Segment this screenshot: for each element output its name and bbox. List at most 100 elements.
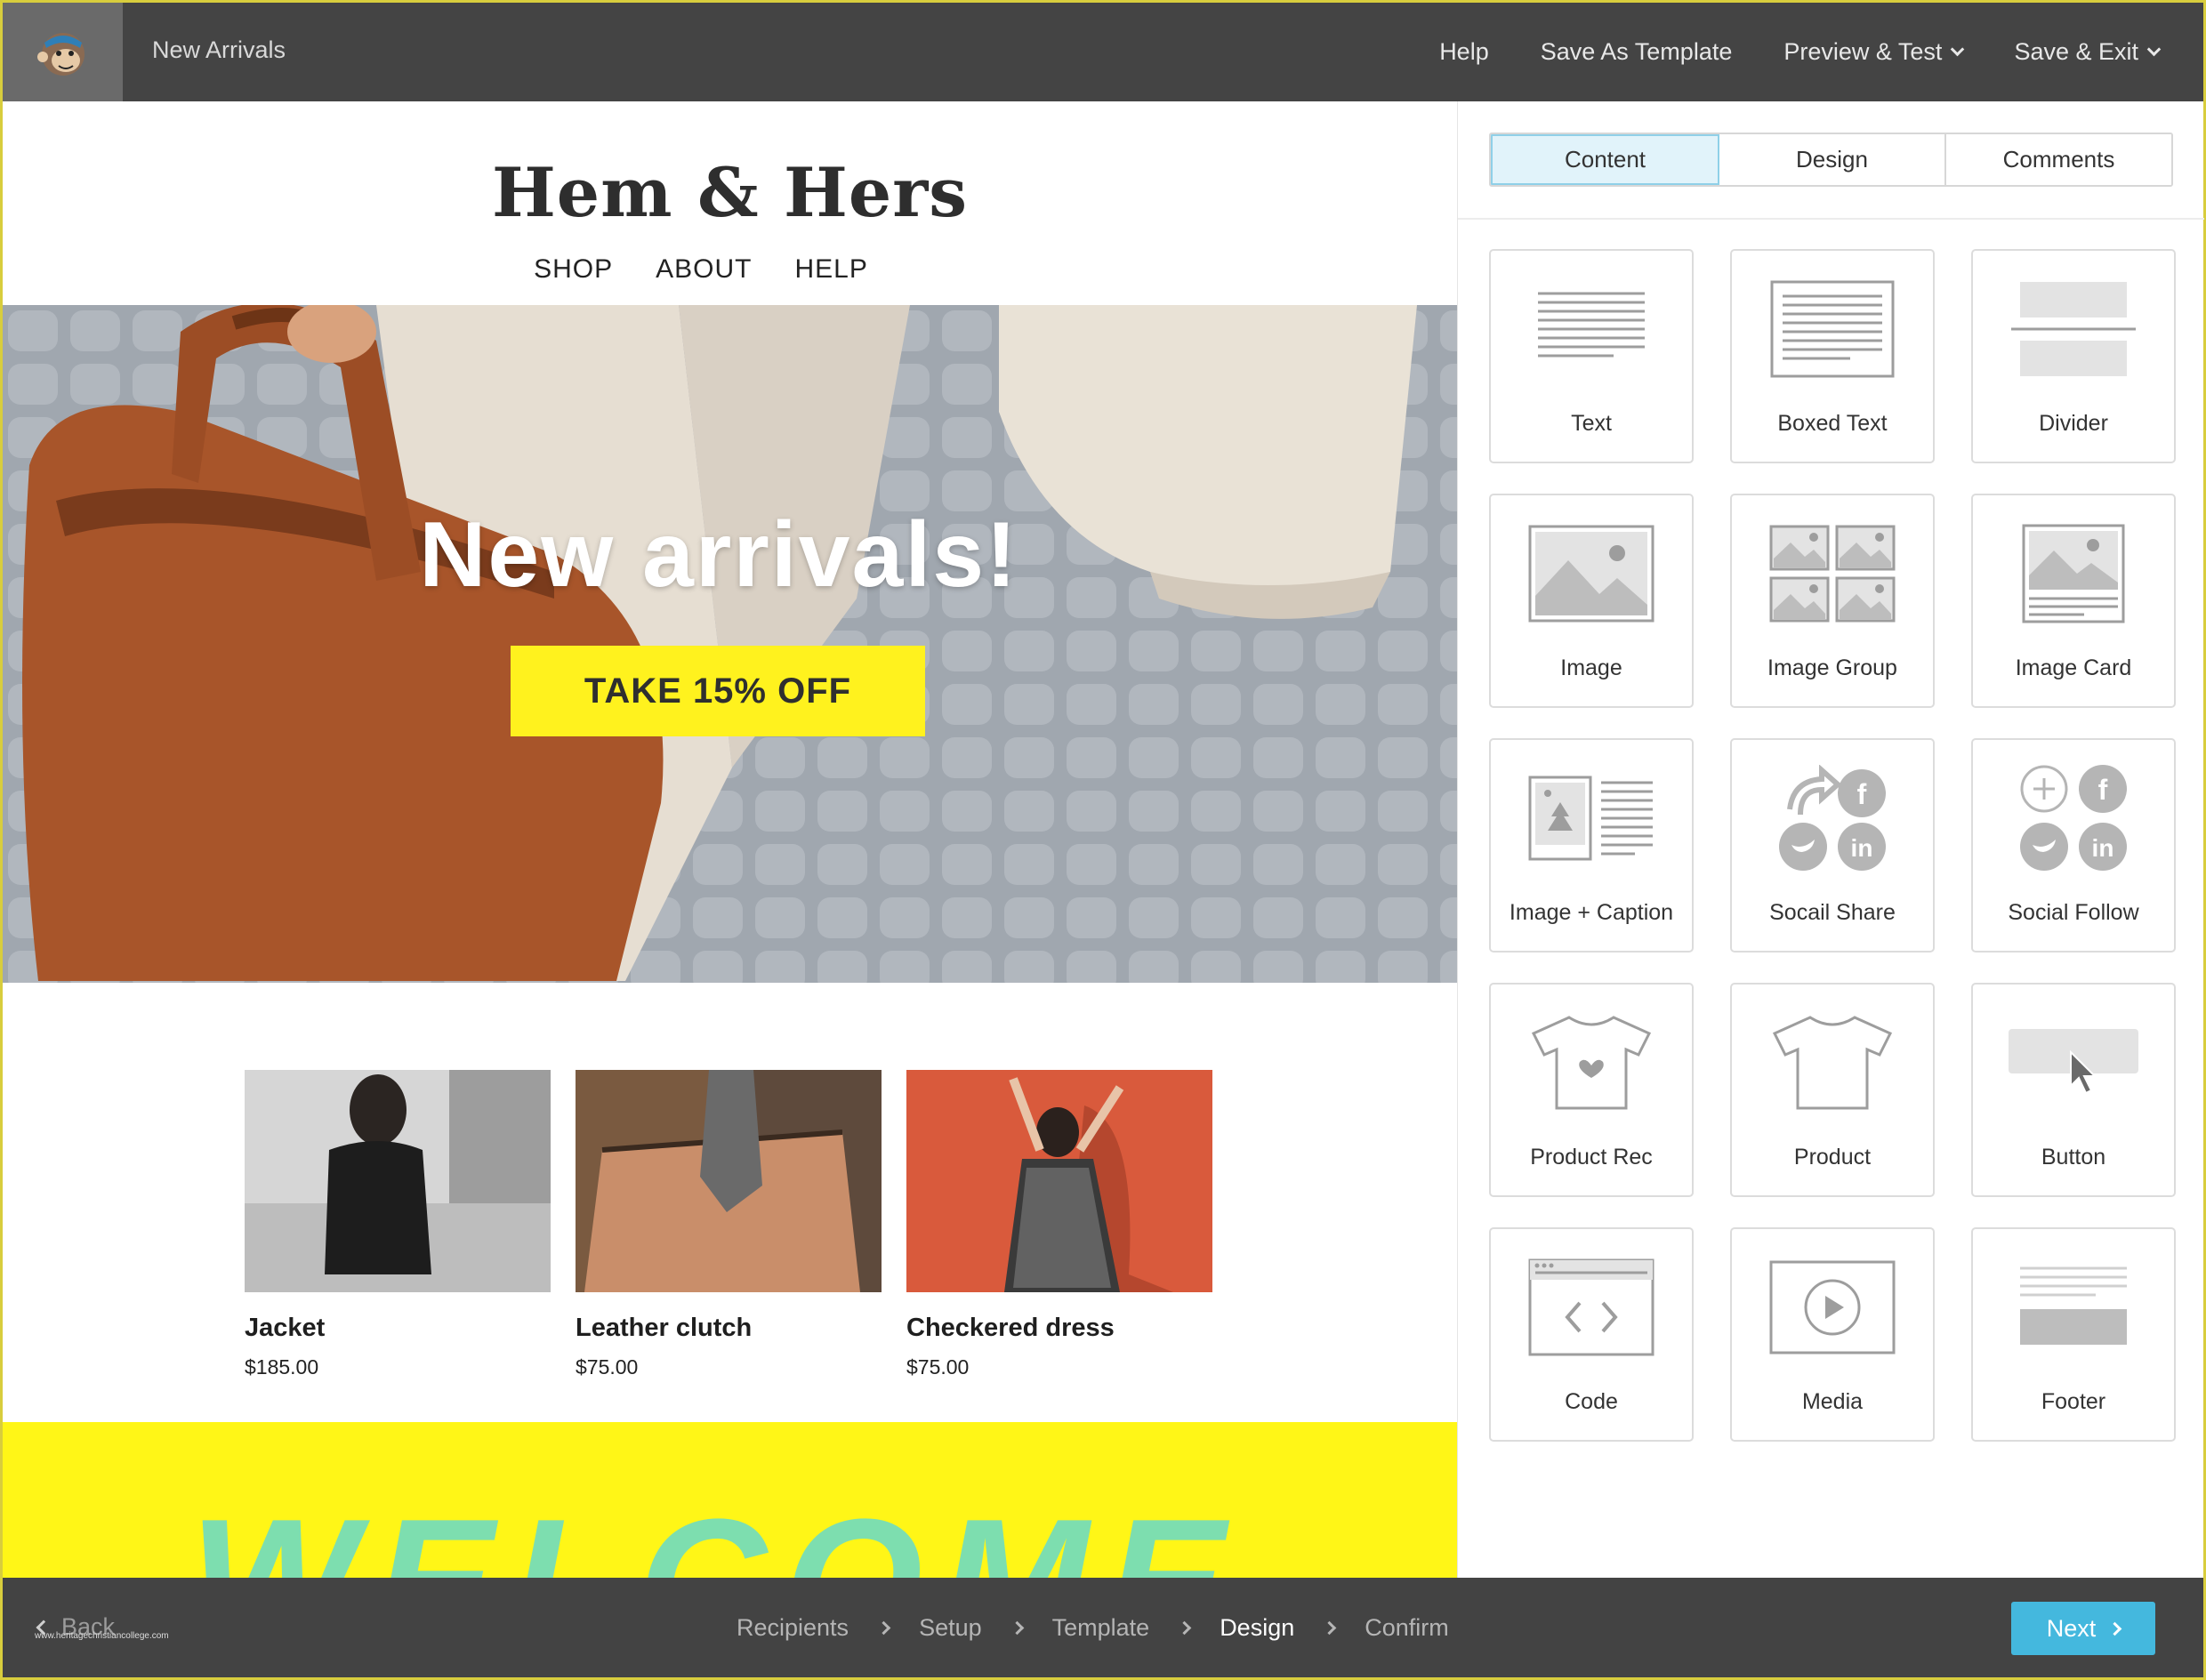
- step-confirm[interactable]: Confirm: [1365, 1614, 1449, 1642]
- svg-text:in: in: [1851, 834, 1873, 862]
- block-boxed-text[interactable]: Boxed Text: [1730, 249, 1935, 463]
- block-label: Image: [1560, 655, 1622, 680]
- block-social-follow[interactable]: f in Social Follow: [1971, 738, 2176, 953]
- chevron-right-icon: [1322, 1620, 1337, 1635]
- email-nav-shop[interactable]: SHOP: [534, 254, 613, 285]
- next-button[interactable]: Next: [2011, 1602, 2155, 1655]
- product-name: Checkered dress: [906, 1314, 1115, 1342]
- content-block-grid: Text Boxed Text Divider Image Image Grou…: [1489, 249, 2176, 1442]
- preview-test-dropdown[interactable]: Preview & Test: [1783, 38, 1965, 66]
- welcome-banner-text: WELCOME: [189, 1480, 1243, 1578]
- welcome-banner[interactable]: WELCOME: [3, 1422, 1457, 1578]
- block-code[interactable]: Code: [1489, 1227, 1694, 1442]
- button-block-icon: [2009, 1029, 2138, 1095]
- image-caption-block-icon: [1528, 776, 1653, 861]
- chevron-right-icon: [2107, 1621, 2122, 1636]
- block-label: Divider: [2039, 411, 2108, 436]
- save-exit-label: Save & Exit: [2014, 38, 2138, 65]
- block-divider[interactable]: Divider: [1971, 249, 2176, 463]
- email-nav-help[interactable]: HELP: [795, 254, 868, 285]
- block-image-card[interactable]: Image Card: [1971, 494, 2176, 708]
- image-card-block-icon: [2022, 524, 2125, 623]
- product-price: $185.00: [245, 1355, 319, 1379]
- campaign-title: New Arrivals: [152, 36, 286, 63]
- save-exit-dropdown[interactable]: Save & Exit: [2014, 38, 2162, 66]
- tab-comments[interactable]: Comments: [1946, 134, 2171, 185]
- watermark: www.heritagechristiancollege.com: [35, 1631, 169, 1641]
- step-design[interactable]: Design: [1220, 1614, 1294, 1642]
- chevron-down-icon: [1951, 42, 1965, 56]
- block-text[interactable]: Text: [1489, 249, 1694, 463]
- text-block-icon: [1538, 292, 1645, 358]
- save-as-template-button[interactable]: Save As Template: [1541, 38, 1733, 66]
- hero-image[interactable]: New arrivals! TAKE 15% OFF: [3, 305, 1457, 983]
- chevron-down-icon: [2146, 42, 2162, 56]
- block-label: Image Group: [1767, 655, 1897, 680]
- block-button[interactable]: Button: [1971, 983, 2176, 1197]
- product-name: Leather clutch: [576, 1314, 753, 1342]
- help-label: Help: [1439, 38, 1489, 65]
- product-price: $75.00: [576, 1355, 639, 1379]
- content-blocks-panel: Content Design Comments Text Boxed Text: [1457, 101, 2204, 1578]
- top-nav: Help Save As Template Preview & Test Sav…: [1439, 3, 2162, 101]
- social-follow-block-icon: f in: [2020, 765, 2127, 871]
- step-setup[interactable]: Setup: [919, 1614, 982, 1642]
- block-label: Footer: [2041, 1389, 2106, 1414]
- block-label: Social Follow: [2008, 900, 2139, 925]
- block-media[interactable]: Media: [1730, 1227, 1935, 1442]
- tab-content[interactable]: Content: [1491, 134, 1719, 185]
- product-rec-block-icon: [1532, 1016, 1651, 1110]
- block-label: Media: [1801, 1389, 1864, 1414]
- email-nav-about[interactable]: ABOUT: [656, 254, 752, 285]
- product-card[interactable]: Checkered dress $75.00: [906, 1070, 1212, 1379]
- top-bar: New Arrivals Help Save As Template Previ…: [3, 3, 2203, 101]
- product-grid: Jacket $185.00 Leather clutch $75.00 Che…: [245, 1070, 1212, 1379]
- tab-design[interactable]: Design: [1719, 134, 1946, 185]
- chevron-right-icon: [1177, 1620, 1192, 1635]
- block-label: Socail Share: [1769, 900, 1896, 925]
- block-label: Image Card: [2015, 655, 2132, 680]
- svg-text:in: in: [2092, 834, 2114, 862]
- email-nav: SHOP ABOUT HELP: [3, 254, 1399, 285]
- hero-cta-button[interactable]: TAKE 15% OFF: [511, 646, 925, 736]
- divider-block-icon: [2011, 282, 2136, 376]
- product-card[interactable]: Jacket $185.00: [245, 1070, 551, 1379]
- svg-text:f: f: [2098, 774, 2108, 806]
- block-image-group[interactable]: Image Group: [1730, 494, 1935, 708]
- step-recipients[interactable]: Recipients: [737, 1614, 849, 1642]
- block-product[interactable]: Product: [1730, 983, 1935, 1197]
- product-image[interactable]: [576, 1070, 882, 1292]
- brand-logo-text[interactable]: Hem & Hers: [3, 153, 1457, 232]
- help-link[interactable]: Help: [1439, 38, 1489, 66]
- block-label: Image + Caption: [1509, 900, 1674, 925]
- block-label: Code: [1565, 1389, 1618, 1414]
- mailchimp-monkey-icon: [36, 32, 85, 76]
- hero-photo: [3, 305, 1457, 983]
- block-image-caption[interactable]: Image + Caption: [1489, 738, 1694, 953]
- mailchimp-logo[interactable]: [3, 3, 123, 101]
- hero-headline[interactable]: New arrivals!: [3, 502, 1435, 608]
- step-template[interactable]: Template: [1052, 1614, 1150, 1642]
- product-name: Jacket: [245, 1314, 326, 1342]
- image-block-icon: [1528, 525, 1654, 623]
- product-card[interactable]: Leather clutch $75.00: [576, 1070, 882, 1379]
- block-product-rec[interactable]: Product Rec: [1489, 983, 1694, 1197]
- preview-test-label: Preview & Test: [1783, 38, 1943, 65]
- boxed-text-block-icon: [1770, 280, 1895, 378]
- product-image[interactable]: [245, 1070, 551, 1292]
- block-label: Product Rec: [1530, 1145, 1653, 1170]
- code-block-icon: [1528, 1258, 1654, 1356]
- block-image[interactable]: Image: [1489, 494, 1694, 708]
- media-block-icon: [1769, 1260, 1896, 1354]
- panel-tabs: Content Design Comments: [1489, 133, 2173, 187]
- save-as-template-label: Save As Template: [1540, 38, 1733, 65]
- email-canvas[interactable]: Hem & Hers SHOP ABOUT HELP New arrivals!…: [3, 101, 1457, 1578]
- block-label: Boxed Text: [1777, 411, 1888, 436]
- svg-text:f: f: [1857, 778, 1867, 810]
- block-footer[interactable]: Footer: [1971, 1227, 2176, 1442]
- chevron-right-icon: [1010, 1620, 1024, 1635]
- product-block-icon: [1773, 1016, 1892, 1110]
- wizard-steps: Recipients Setup Template Design Confirm: [737, 1578, 1449, 1677]
- product-image[interactable]: [906, 1070, 1212, 1292]
- block-social-share[interactable]: f in Socail Share: [1730, 738, 1935, 953]
